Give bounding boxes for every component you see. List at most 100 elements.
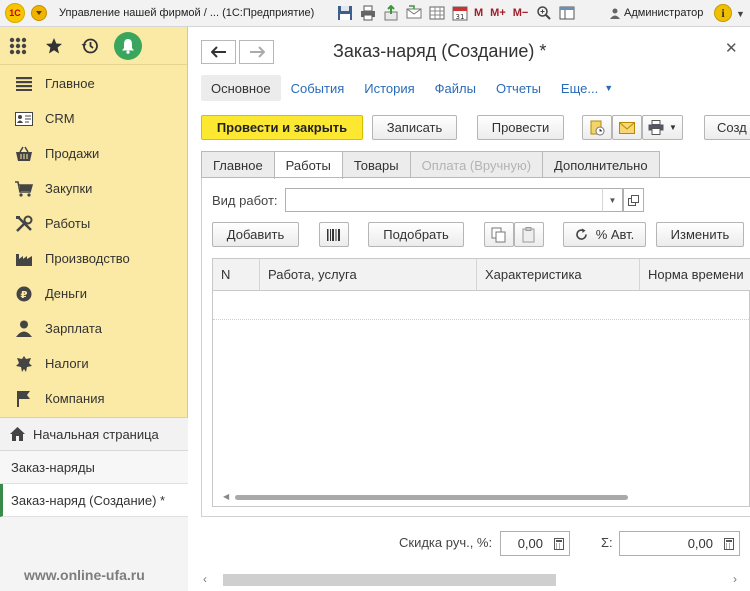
forward-button[interactable]	[239, 40, 274, 64]
table-icon[interactable]	[428, 4, 446, 22]
create-on-basis-button[interactable]: Созд	[704, 115, 750, 140]
sidebar-item-taxes[interactable]: Налоги	[0, 346, 187, 381]
apps-grid-icon[interactable]	[0, 27, 36, 65]
work-type-input[interactable]	[285, 188, 603, 212]
sidebar-item-label: Главное	[45, 76, 95, 91]
svg-text:31: 31	[456, 13, 465, 21]
barcode-button[interactable]	[319, 222, 349, 247]
save-icon[interactable]	[336, 4, 354, 22]
user-name: Администратор	[624, 7, 704, 19]
print-icon[interactable]	[359, 4, 377, 22]
scroll-right-arrow-icon[interactable]: ›	[733, 572, 737, 586]
user-menu[interactable]: Администратор	[610, 7, 703, 19]
column-header-work[interactable]: Работа, услуга	[260, 259, 477, 290]
tab-more[interactable]: Еще... ▼	[551, 75, 623, 101]
tab-history[interactable]: История	[354, 75, 424, 101]
memory-minus-button[interactable]: M−	[513, 7, 529, 19]
favorites-star-icon[interactable]	[36, 27, 72, 65]
copy-icon	[491, 227, 506, 242]
discount-calculator-icon[interactable]	[549, 531, 570, 556]
memory-button[interactable]: M	[474, 7, 483, 19]
related-documents-button[interactable]	[582, 115, 612, 140]
tab-additional[interactable]: Дополнительно	[542, 151, 660, 178]
sidebar-item-label: Налоги	[45, 356, 89, 371]
sidebar-item-salary[interactable]: Зарплата	[0, 311, 187, 346]
sidebar-item-label: Зарплата	[45, 321, 102, 336]
works-table[interactable]: N Работа, услуга Характеристика Норма вр…	[212, 258, 750, 507]
manual-discount-input[interactable]	[500, 531, 550, 556]
sidebar-item-crm[interactable]: CRM	[0, 101, 187, 136]
zoom-icon[interactable]	[535, 4, 553, 22]
auto-discount-label: % Авт.	[595, 227, 635, 242]
tab-payment: Оплата (Вручную)	[409, 151, 544, 178]
home-page-link[interactable]: Начальная страница	[0, 418, 188, 451]
column-header-time-norm[interactable]: Норма времени	[640, 259, 750, 290]
form-title: Заказ-наряд (Создание) *	[333, 41, 547, 61]
print-dropdown-icon: ▼	[669, 123, 677, 132]
sidebar-item-money[interactable]: ₽ Деньги	[0, 276, 187, 311]
table-header: N Работа, услуга Характеристика Норма вр…	[213, 259, 750, 291]
info-icon[interactable]: i	[714, 4, 732, 22]
flag-icon	[14, 390, 34, 408]
paste-rows-button[interactable]	[514, 222, 544, 247]
memory-plus-button[interactable]: M+	[490, 7, 506, 19]
main-menu-icon[interactable]	[31, 5, 47, 21]
work-type-open-icon[interactable]	[623, 188, 644, 212]
panel-layout-icon[interactable]	[558, 4, 576, 22]
form-scroll-thumb[interactable]	[223, 574, 556, 586]
tab-goods[interactable]: Товары	[341, 151, 411, 178]
work-type-dropdown-icon[interactable]: ▼	[602, 188, 623, 212]
titlebar-toolbar: 31 M M+ M−	[336, 4, 581, 22]
send-email-button[interactable]	[612, 115, 642, 140]
sum-calculator-icon[interactable]	[719, 531, 740, 556]
column-header-characteristic[interactable]: Характеристика	[477, 259, 640, 290]
print-menu-button[interactable]: ▼	[642, 115, 683, 140]
tab-works[interactable]: Работы	[273, 151, 343, 179]
refresh-icon	[575, 228, 587, 240]
post-and-close-button[interactable]: Провести и закрыть	[201, 115, 363, 140]
sidebar-item-production[interactable]: Производство	[0, 241, 187, 276]
add-row-button[interactable]: Добавить	[212, 222, 299, 247]
tab-general[interactable]: Главное	[201, 151, 275, 178]
send-mail-icon[interactable]	[405, 4, 423, 22]
sidebar-item-company[interactable]: Компания	[0, 381, 187, 416]
auto-discount-button[interactable]: % Авт.	[563, 222, 646, 247]
sidebar-item-purchases[interactable]: Закупки	[0, 171, 187, 206]
tab-events[interactable]: События	[281, 75, 355, 101]
total-sum-input[interactable]	[619, 531, 720, 556]
save-button[interactable]: Записать	[372, 115, 457, 140]
open-window-work-order-new[interactable]: Заказ-наряд (Создание) *	[0, 484, 188, 517]
table-row[interactable]	[213, 291, 750, 320]
app-logo-icon[interactable]: 1С	[5, 3, 25, 23]
calendar-icon[interactable]: 31	[451, 4, 469, 22]
close-icon[interactable]: ✕	[725, 39, 738, 57]
column-header-n[interactable]: N	[213, 259, 260, 290]
scroll-left-icon[interactable]: ◀	[223, 492, 229, 501]
table-scroll-thumb[interactable]	[235, 495, 628, 500]
document-form: Заказ-наряд (Создание) * ✕ Основное Собы…	[189, 27, 750, 591]
info-dropdown-icon[interactable]: ▼	[736, 9, 745, 19]
sidebar-item-works[interactable]: Работы	[0, 206, 187, 241]
post-button[interactable]: Провести	[477, 115, 564, 140]
sidebar-item-sales[interactable]: Продажи	[0, 136, 187, 171]
home-icon	[10, 427, 25, 441]
table-horizontal-scrollbar[interactable]: ◀	[223, 492, 750, 502]
tab-reports[interactable]: Отчеты	[486, 75, 551, 101]
sidebar-item-label: Компания	[45, 391, 105, 406]
copy-rows-button[interactable]	[484, 222, 514, 247]
scroll-left-arrow-icon[interactable]: ‹	[203, 572, 207, 586]
svg-text:₽: ₽	[21, 290, 28, 301]
history-icon[interactable]	[72, 27, 108, 65]
document-structure-icon	[590, 120, 605, 135]
notifications-bell-icon[interactable]	[114, 31, 142, 60]
pick-button[interactable]: Подобрать	[368, 222, 464, 247]
back-button[interactable]	[201, 40, 236, 64]
contact-card-icon	[14, 110, 34, 128]
tab-files[interactable]: Файлы	[425, 75, 486, 101]
tab-main[interactable]: Основное	[201, 75, 281, 101]
change-button[interactable]: Изменить	[656, 222, 744, 247]
form-horizontal-scrollbar[interactable]: ‹ ›	[201, 572, 750, 587]
open-window-work-orders[interactable]: Заказ-наряды	[0, 451, 188, 484]
sidebar-item-main[interactable]: Главное	[0, 66, 187, 101]
attach-file-icon[interactable]	[382, 4, 400, 22]
